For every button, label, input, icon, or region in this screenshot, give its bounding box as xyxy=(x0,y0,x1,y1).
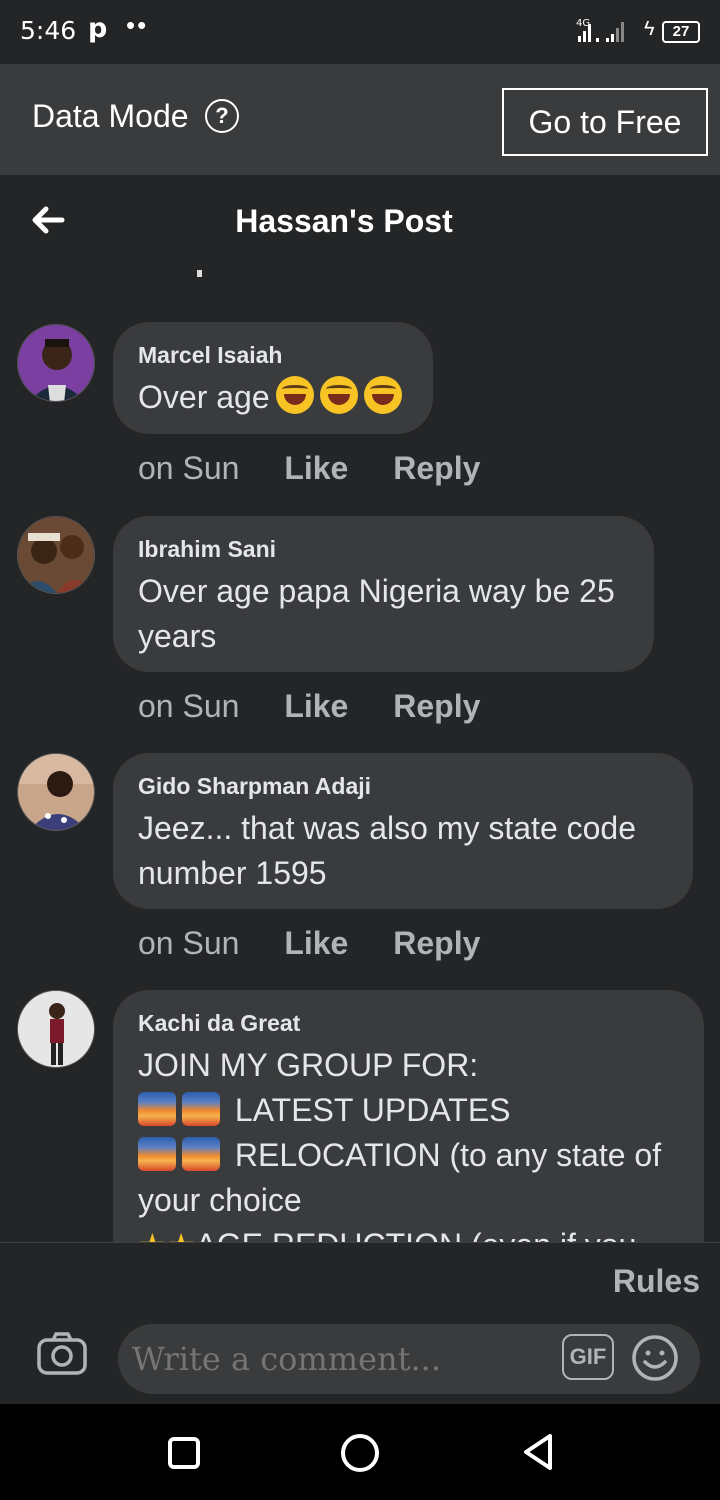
avatar[interactable] xyxy=(17,516,95,594)
comment-bubble[interactable]: Kachi da Great JOIN MY GROUP FOR: LATEST… xyxy=(113,990,704,1242)
sunset-emoji-icon xyxy=(138,1092,176,1126)
sunset-emoji-icon xyxy=(182,1137,220,1171)
help-icon[interactable]: ? xyxy=(205,99,239,133)
comment-text: Jeez... that was also my state code numb… xyxy=(138,810,637,891)
comment-line: LATEST UPDATES xyxy=(138,1088,678,1133)
rules-link[interactable]: Rules xyxy=(613,1263,700,1300)
star-emoji-icon: ★★ xyxy=(138,1227,195,1242)
comment-author[interactable]: Ibrahim Sani xyxy=(138,536,628,563)
like-button[interactable]: Like xyxy=(284,450,348,487)
comment-author[interactable]: Gido Sharpman Adaji xyxy=(138,773,667,800)
status-bar: 5:46 p •• 4G ϟ 27 xyxy=(0,0,720,64)
comment-text: Over age xyxy=(138,375,407,420)
laughing-emoji-icon xyxy=(275,376,314,414)
comment-text: JOIN MY GROUP FOR: LATEST UPDATES RELOCA… xyxy=(138,1043,678,1242)
charging-icon: ϟ xyxy=(644,18,655,40)
reply-button[interactable]: Reply xyxy=(393,925,480,962)
comments-list: Marcel Isaiah Over age on Sun Like Reply… xyxy=(0,270,720,1242)
rules-bar: Rules xyxy=(0,1242,720,1302)
comment-line: RELOCATION (to any state of your choice xyxy=(138,1137,662,1218)
reply-button[interactable]: Reply xyxy=(393,688,480,725)
comment-composer: GIF xyxy=(0,1302,720,1404)
comment-text: Over age papa Nigeria way be 25 years xyxy=(138,573,615,654)
reply-button[interactable]: Reply xyxy=(393,450,480,487)
comment-bubble[interactable]: Ibrahim Sani Over age papa Nigeria way b… xyxy=(113,516,654,672)
comment-line: ★★AGE REDUCTION (even if you xyxy=(138,1223,678,1242)
pinterest-notification-icon: p xyxy=(88,13,108,44)
comment-bubble[interactable]: Gido Sharpman Adaji Jeez... that was als… xyxy=(113,753,693,909)
system-back-icon[interactable] xyxy=(520,1432,556,1472)
comment-actions: on Sun Like Reply xyxy=(138,688,516,725)
battery-icon: 27 xyxy=(662,21,700,43)
like-button[interactable]: Like xyxy=(284,688,348,725)
post-header: Hassan's Post xyxy=(0,175,720,270)
recent-apps-icon[interactable] xyxy=(168,1437,200,1469)
comment-actions: on Sun Like Reply xyxy=(138,925,516,962)
comment-actions: on Sun Like Reply xyxy=(138,450,516,487)
comment-author[interactable]: Marcel Isaiah xyxy=(138,342,407,369)
laughing-emoji-icon xyxy=(319,376,358,414)
comment-line: JOIN MY GROUP FOR: xyxy=(138,1047,479,1083)
emoji-picker-icon[interactable] xyxy=(631,1334,679,1382)
avatar[interactable] xyxy=(17,990,95,1068)
data-mode-label: Data Mode xyxy=(32,98,189,134)
signal-icon: 4G xyxy=(576,18,624,42)
comment-time: on Sun xyxy=(138,688,240,724)
gif-icon[interactable]: GIF xyxy=(562,1334,614,1380)
data-mode-bar: Data Mode Go to Free xyxy=(0,64,720,175)
comment-time: on Sun xyxy=(138,450,240,486)
comment-time: on Sun xyxy=(138,925,240,961)
avatar[interactable] xyxy=(17,324,95,402)
go-to-free-button[interactable]: Go to Free xyxy=(502,88,708,156)
cut-off-content xyxy=(197,270,202,277)
laughing-emoji-icon xyxy=(363,376,402,414)
more-notifications-icon: •• xyxy=(126,10,149,40)
status-time: 5:46 xyxy=(20,16,77,45)
home-icon[interactable] xyxy=(341,1434,379,1472)
sunset-emoji-icon xyxy=(182,1092,220,1126)
sunset-emoji-icon xyxy=(138,1137,176,1171)
system-nav-bar xyxy=(0,1404,720,1500)
like-button[interactable]: Like xyxy=(284,925,348,962)
page-title: Hassan's Post xyxy=(235,203,453,239)
camera-icon[interactable] xyxy=(36,1332,88,1376)
avatar[interactable] xyxy=(17,753,95,831)
comment-bubble[interactable]: Marcel Isaiah Over age xyxy=(113,322,433,434)
comment-author[interactable]: Kachi da Great xyxy=(138,1010,678,1037)
